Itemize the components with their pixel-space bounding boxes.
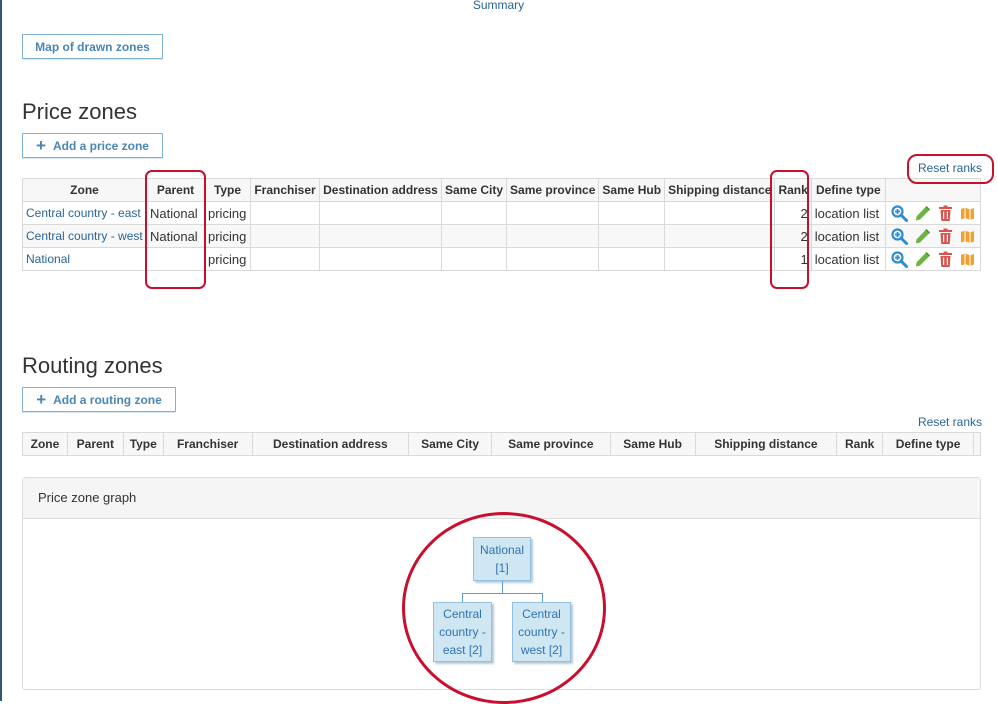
- col-zone[interactable]: Zone: [22, 432, 68, 456]
- summary-link[interactable]: Summary: [0, 0, 997, 12]
- zone-link[interactable]: Central country - west: [26, 229, 143, 243]
- col-define-type[interactable]: Define type: [810, 178, 886, 202]
- annotation-graph-highlight: [402, 512, 606, 704]
- trash-icon[interactable]: [937, 228, 954, 245]
- destination-address-cell: [319, 201, 442, 225]
- define-type-cell: location list: [810, 201, 886, 225]
- col-same-province[interactable]: Same province: [490, 432, 611, 456]
- col-franchiser[interactable]: Franchiser: [250, 178, 320, 202]
- col-same-province[interactable]: Same province: [506, 178, 600, 202]
- shipping-distance-cell: [664, 247, 776, 271]
- same-hub-cell: [598, 224, 666, 248]
- col-same-hub[interactable]: Same Hub: [609, 432, 696, 456]
- same-province-cell: [506, 247, 600, 271]
- col-shipping-distance[interactable]: Shipping distance: [664, 178, 776, 202]
- destination-address-cell: [319, 247, 442, 271]
- map-of-drawn-zones-button[interactable]: Map of drawn zones: [22, 34, 163, 59]
- plus-icon: +: [36, 390, 47, 409]
- col-rank[interactable]: Rank: [836, 432, 884, 456]
- zoom-in-icon[interactable]: [891, 227, 908, 245]
- destination-address-cell: [319, 224, 442, 248]
- col-define-type[interactable]: Define type: [882, 432, 974, 456]
- pencil-icon[interactable]: [914, 228, 931, 245]
- col-destination-address[interactable]: Destination address: [319, 178, 442, 202]
- map-icon[interactable]: [960, 229, 975, 244]
- col-type[interactable]: Type: [122, 432, 164, 456]
- zone-link[interactable]: National: [26, 252, 70, 266]
- add-price-zone-button[interactable]: + Add a price zone: [22, 133, 163, 158]
- shipping-distance-cell: [664, 224, 776, 248]
- franchiser-cell: [250, 201, 320, 225]
- price-zones-heading: Price zones: [22, 99, 137, 124]
- zoom-in-icon[interactable]: [891, 204, 908, 222]
- type-cell: pricing: [204, 224, 251, 248]
- same-city-cell: [440, 247, 508, 271]
- type-cell: pricing: [204, 247, 251, 271]
- same-city-cell: [440, 201, 508, 225]
- same-hub-cell: [598, 247, 666, 271]
- shipping-distance-cell: [664, 201, 776, 225]
- franchiser-cell: [250, 224, 320, 248]
- col-same-hub[interactable]: Same Hub: [598, 178, 666, 202]
- same-province-cell: [506, 224, 600, 248]
- routing-zones-table: Zone Parent Type Franchiser Destination …: [22, 432, 981, 456]
- same-province-cell: [506, 201, 600, 225]
- table-header-row: Zone Parent Type Franchiser Destination …: [22, 432, 981, 456]
- col-parent[interactable]: Parent: [66, 432, 124, 456]
- col-shipping-distance[interactable]: Shipping distance: [694, 432, 838, 456]
- map-icon[interactable]: [960, 252, 975, 267]
- col-zone[interactable]: Zone: [22, 178, 147, 202]
- trash-icon[interactable]: [937, 205, 954, 222]
- col-same-city[interactable]: Same City: [440, 178, 508, 202]
- plus-icon: +: [36, 136, 46, 155]
- annotation-reset-ranks-highlight: [907, 154, 994, 184]
- col-same-city[interactable]: Same City: [408, 432, 492, 456]
- type-cell: pricing: [204, 201, 251, 225]
- routing-zones-heading: Routing zones: [22, 353, 163, 378]
- col-franchiser[interactable]: Franchiser: [162, 432, 253, 456]
- routing-reset-ranks-link[interactable]: Reset ranks: [918, 415, 982, 429]
- trash-icon[interactable]: [937, 251, 954, 268]
- col-destination-address[interactable]: Destination address: [251, 432, 410, 456]
- define-type-cell: location list: [810, 247, 886, 271]
- window-left-edge: [0, 0, 2, 701]
- zone-link[interactable]: Central country - east: [26, 206, 141, 220]
- pencil-icon[interactable]: [914, 251, 931, 268]
- annotation-parent-highlight: [145, 170, 206, 289]
- same-city-cell: [440, 224, 508, 248]
- same-hub-cell: [598, 201, 666, 225]
- panel-title: Price zone graph: [38, 490, 137, 505]
- row-actions: [889, 204, 977, 222]
- col-actions: [973, 432, 981, 456]
- pencil-icon[interactable]: [914, 205, 931, 222]
- define-type-cell: location list: [810, 224, 886, 248]
- row-actions: [889, 250, 977, 268]
- annotation-rank-highlight: [770, 170, 809, 289]
- col-type[interactable]: Type: [204, 178, 251, 202]
- row-actions: [889, 227, 977, 245]
- map-icon[interactable]: [960, 206, 975, 221]
- zoom-in-icon[interactable]: [891, 250, 908, 268]
- franchiser-cell: [250, 247, 320, 271]
- add-routing-zone-button[interactable]: + Add a routing zone: [22, 387, 176, 412]
